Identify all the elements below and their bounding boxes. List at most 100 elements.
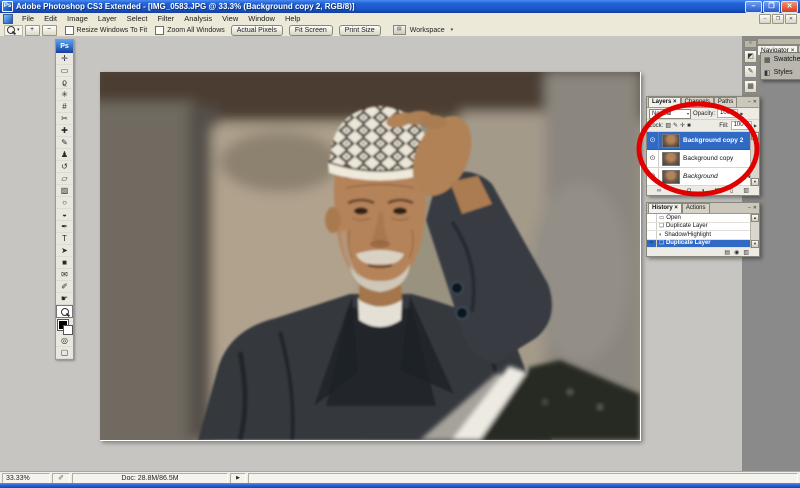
scroll-up-icon[interactable]: ▲ (751, 214, 759, 222)
layers-scrollbar[interactable]: ▲ ▼ (750, 132, 759, 186)
color-swatches[interactable] (56, 318, 73, 335)
quick-selection-tool[interactable]: ✳ (56, 89, 73, 101)
menu-edit[interactable]: Edit (39, 13, 62, 24)
minimize-button[interactable]: – (745, 0, 762, 13)
history-state-duplicate-layer-2[interactable]: ✑ ❏ Duplicate Layer (647, 239, 759, 248)
history-scrollbar[interactable]: ▲ ▼ (750, 214, 759, 248)
fill-value[interactable]: 100% (730, 121, 752, 130)
layer-thumbnail[interactable] (662, 169, 680, 184)
visibility-eye-icon[interactable]: ⊙ (647, 150, 659, 167)
brush-tool[interactable]: ✎ (56, 137, 73, 149)
layer-style-button[interactable]: fx. (671, 188, 677, 194)
print-size-button[interactable]: Print Size (338, 24, 381, 36)
lock-all-icon[interactable]: ■ (687, 122, 691, 130)
dodge-tool[interactable]: ◒ (56, 209, 73, 221)
tab-channels[interactable]: Channels (680, 97, 714, 107)
panel-grip[interactable] (757, 38, 800, 45)
fit-screen-button[interactable]: Fit Screen (288, 24, 333, 36)
scroll-down-icon[interactable]: ▼ (751, 240, 759, 248)
delete-state-button[interactable]: ▥ (743, 249, 749, 256)
menu-help[interactable]: Help (280, 13, 305, 24)
scroll-up-icon[interactable]: ▲ (751, 132, 759, 140)
new-document-from-state-button[interactable]: ▤ (724, 249, 730, 256)
layer-group-button[interactable]: ▤ (714, 187, 720, 194)
doc-restore-button[interactable]: ❐ (772, 13, 784, 24)
new-snapshot-button[interactable]: ◉ (734, 249, 739, 256)
visibility-eye-icon[interactable]: ⊙ (647, 168, 659, 185)
resize-windows-checkbox[interactable]: Resize Windows To Fit (64, 25, 147, 35)
flyout-item-swatches[interactable]: ▦ Swatches (761, 53, 800, 66)
eyedropper-tool[interactable]: ✐ (56, 281, 73, 293)
tab-paths[interactable]: Paths (713, 97, 738, 107)
move-tool[interactable]: ✛ (56, 53, 73, 65)
lasso-tool[interactable]: ϱ (56, 77, 73, 89)
new-layer-button[interactable]: ▯ (730, 187, 733, 194)
menu-layer[interactable]: Layer (93, 13, 122, 24)
lock-transparency-icon[interactable]: ▨ (665, 122, 671, 130)
history-state-duplicate-layer-1[interactable]: ❏ Duplicate Layer (647, 222, 759, 231)
hand-tool[interactable]: ☛ (56, 293, 73, 305)
crop-tool[interactable]: # (56, 101, 73, 113)
zoom-out-button[interactable]: − (41, 24, 57, 36)
gradient-tool[interactable]: ▨ (56, 185, 73, 197)
lock-position-icon[interactable]: ✛ (680, 122, 685, 130)
opacity-arrow-icon[interactable]: ▶ (740, 111, 743, 116)
menu-image[interactable]: Image (62, 13, 93, 24)
doc-minimize-button[interactable]: – (759, 13, 771, 24)
history-state-shadow-highlight[interactable]: ◐ Shadow/Highlight (647, 231, 759, 240)
panel-minimize-icon[interactable]: ‒ (748, 204, 751, 213)
healing-brush-tool[interactable]: ✚ (56, 125, 73, 137)
visibility-eye-icon[interactable]: ⊙ (647, 132, 659, 149)
history-state-open[interactable]: ▭ Open (647, 214, 759, 223)
menu-analysis[interactable]: Analysis (179, 13, 217, 24)
panel-close-icon[interactable]: ✕ (753, 204, 757, 213)
slice-tool[interactable]: ✂ (56, 113, 73, 125)
scroll-down-icon[interactable]: ▼ (751, 178, 759, 186)
history-source-cell[interactable] (647, 222, 657, 230)
lock-image-icon[interactable]: ✎ (673, 122, 678, 130)
zoom-level-field[interactable]: 33.33% (2, 472, 50, 484)
history-source-cell[interactable] (647, 231, 657, 239)
tab-actions[interactable]: Actions (681, 203, 710, 213)
layer-thumbnail[interactable] (662, 151, 680, 166)
close-button[interactable]: ✕ (781, 0, 798, 13)
menu-select[interactable]: Select (122, 13, 153, 24)
blend-mode-select[interactable]: Normal ▾ (649, 108, 691, 119)
checkbox-icon[interactable] (64, 25, 74, 35)
active-tool-slot[interactable]: ▾ (4, 24, 23, 36)
panel-close-icon[interactable]: ✕ (753, 98, 757, 107)
layer-mask-button[interactable]: ◘ (687, 188, 691, 194)
menu-file[interactable]: File (17, 13, 39, 24)
background-color-swatch[interactable] (63, 325, 73, 335)
marquee-tool[interactable]: ▭ (56, 65, 73, 77)
zoom-all-windows-checkbox[interactable]: Zoom All Windows (155, 25, 225, 35)
fill-arrow-icon[interactable]: ▶ (754, 123, 757, 128)
panel-minimize-icon[interactable]: ‒ (748, 98, 751, 107)
link-layers-button[interactable]: ∞ (657, 188, 661, 194)
delete-layer-button[interactable]: ▥ (743, 187, 749, 194)
layer-thumbnail[interactable] (662, 133, 680, 148)
screen-mode-button[interactable]: ▢ (56, 347, 73, 359)
color-panel-icon[interactable]: ◩ (744, 50, 757, 63)
swatches-panel-icon[interactable]: ▦ (744, 80, 757, 93)
flyout-item-styles[interactable]: ◧ Styles (761, 66, 800, 79)
notes-tool[interactable]: ✉ (56, 269, 73, 281)
menu-filter[interactable]: Filter (153, 13, 180, 24)
menu-view[interactable]: View (217, 13, 243, 24)
restore-button[interactable]: ❐ (763, 0, 780, 13)
path-selection-tool[interactable]: ➤ (56, 245, 73, 257)
brushes-panel-icon[interactable]: ✎ (744, 65, 757, 78)
type-tool[interactable]: T (56, 233, 73, 245)
shape-tool[interactable]: ■ (56, 257, 73, 269)
eraser-tool[interactable]: ▱ (56, 173, 73, 185)
menu-window[interactable]: Window (243, 13, 280, 24)
canvas[interactable] (90, 62, 650, 452)
doc-close-button[interactable]: ✕ (785, 13, 797, 24)
actual-pixels-button[interactable]: Actual Pixels (230, 24, 283, 36)
tab-history[interactable]: History × (648, 203, 682, 213)
title-bar[interactable]: Ps Adobe Photoshop CS3 Extended - [IMG_0… (0, 0, 800, 13)
workspace-control[interactable]: ▤ Workspace ▾ (392, 25, 453, 35)
history-brush-source-icon[interactable]: ✑ (647, 239, 657, 247)
layer-row-background-copy[interactable]: ⊙ Background copy (647, 150, 759, 168)
zoom-tool[interactable] (56, 305, 73, 318)
